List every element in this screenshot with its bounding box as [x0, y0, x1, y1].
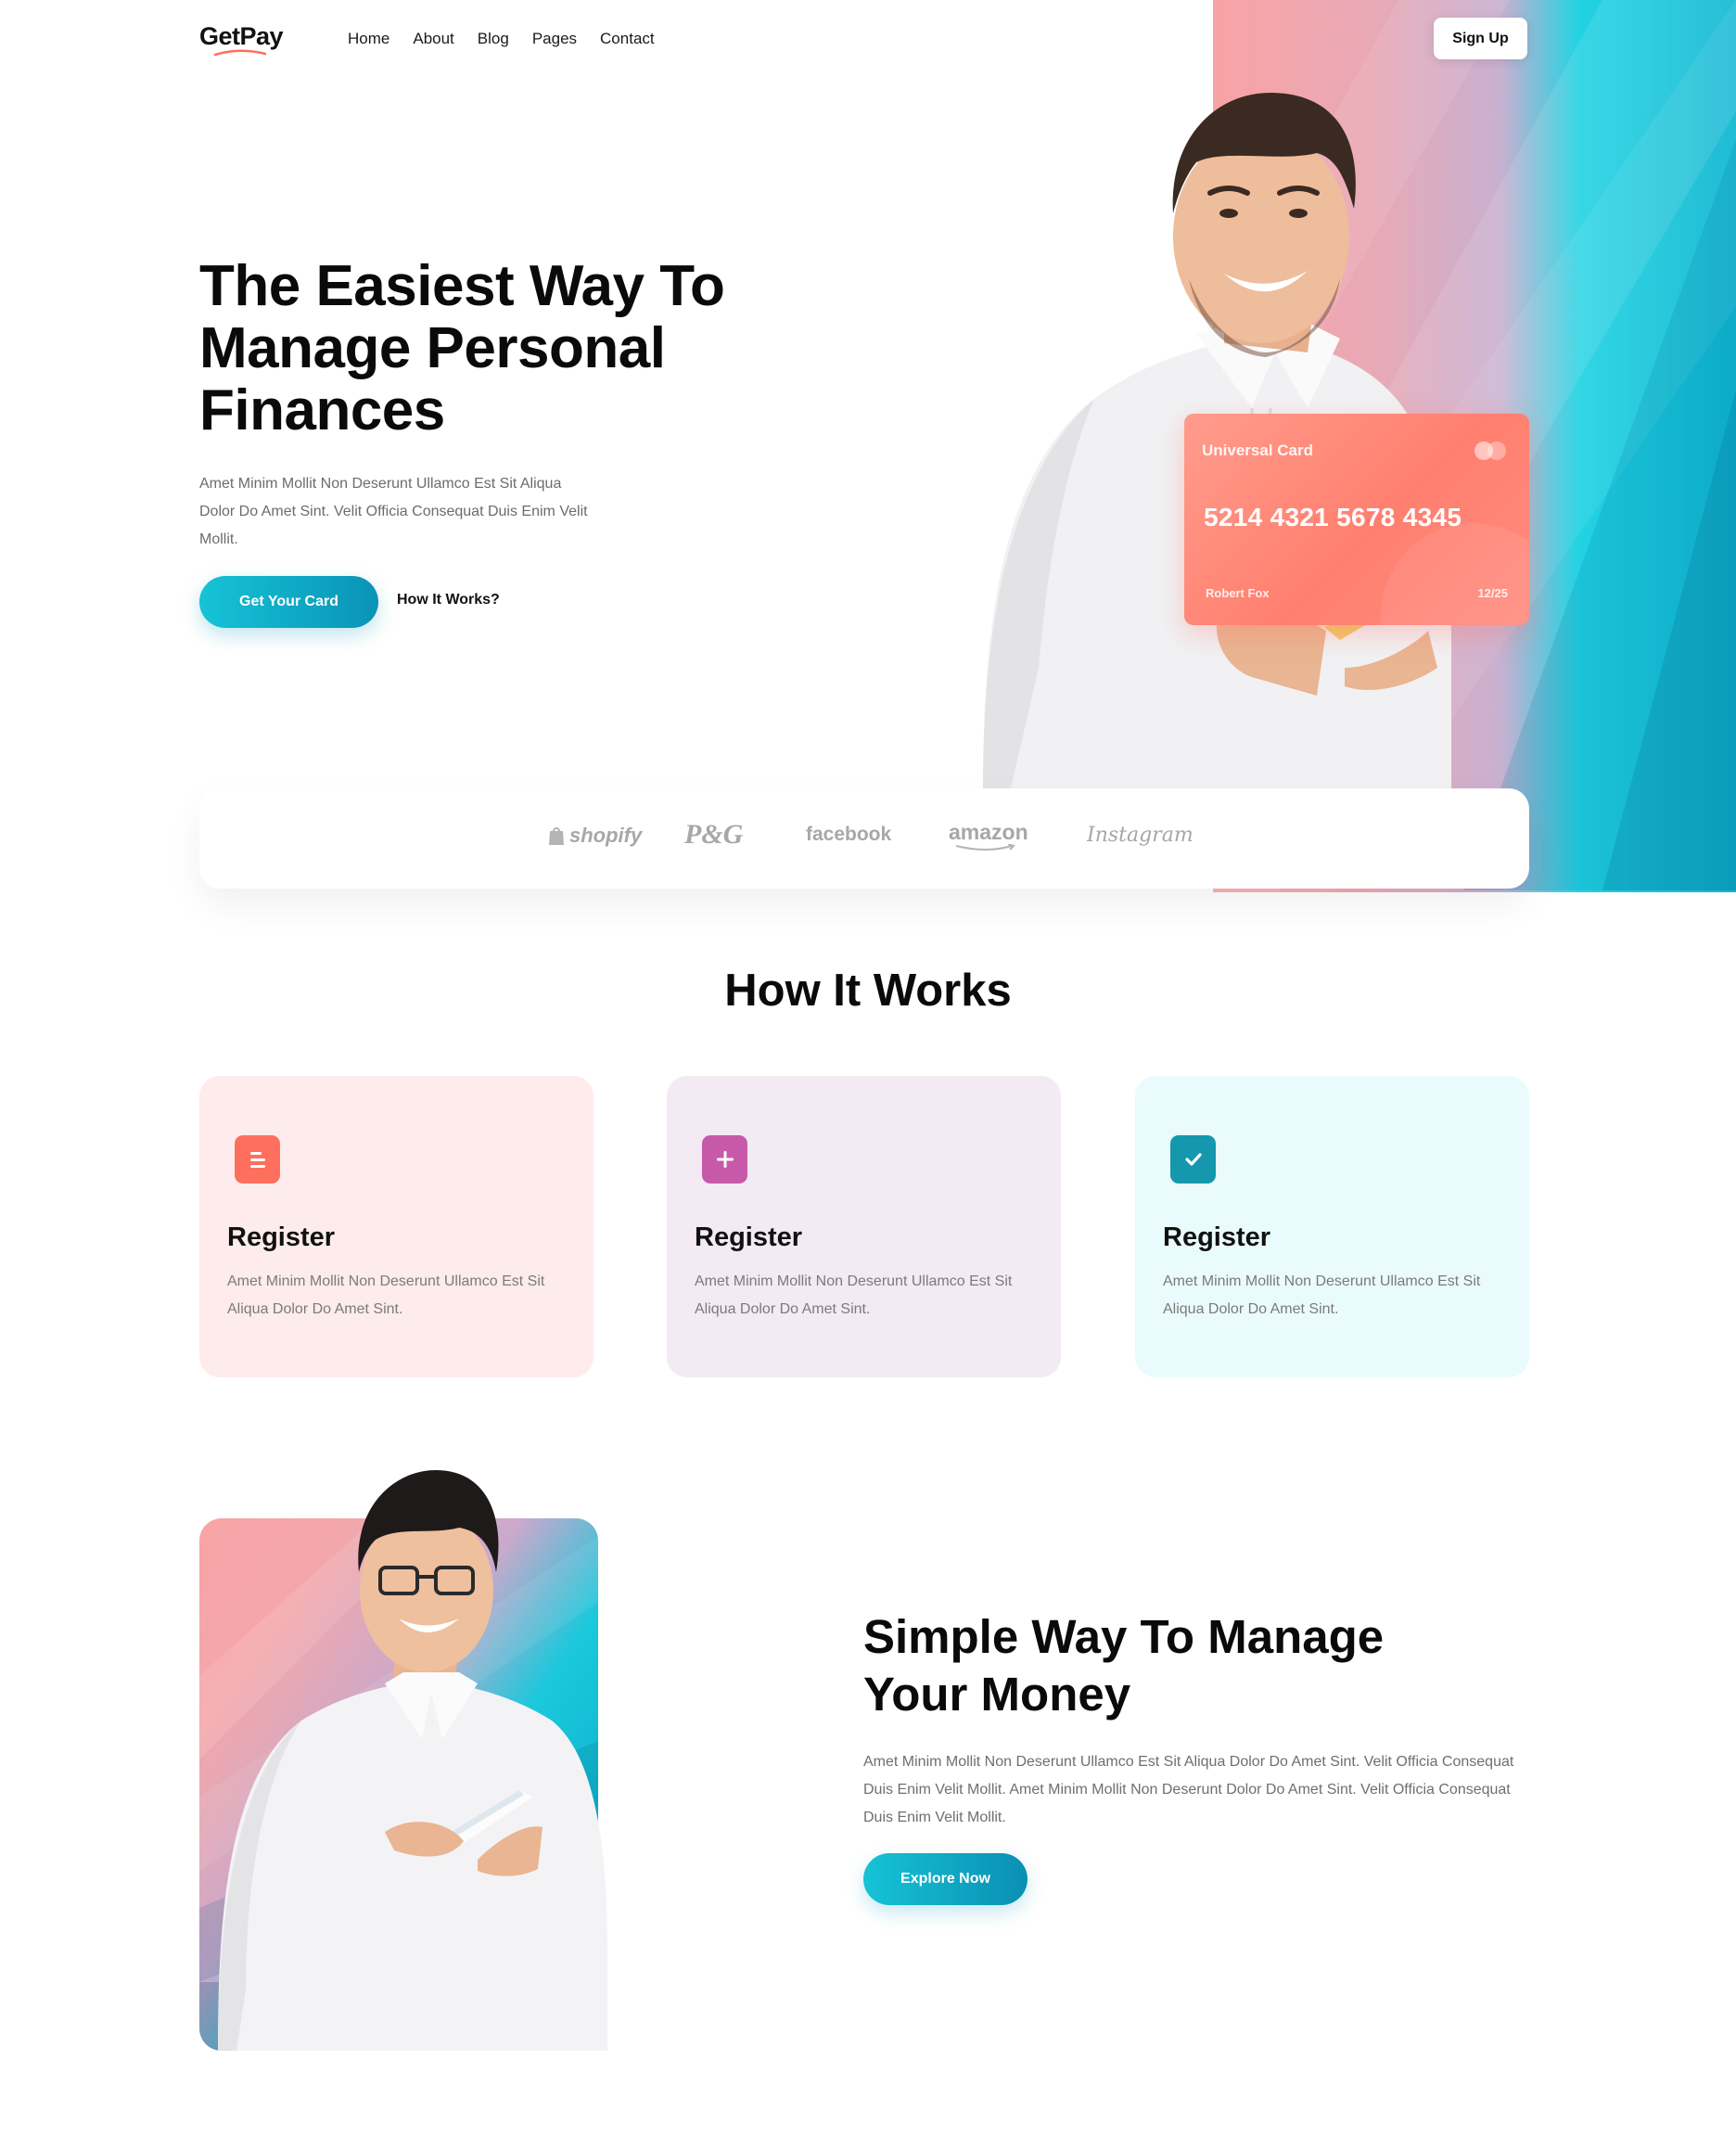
brand-shopify-label: shopify — [569, 824, 643, 847]
card-number: 5214 4321 5678 4345 — [1204, 503, 1462, 531]
step-card-register-2: Register Amet Minim Mollit Non Deserunt … — [667, 1076, 1061, 1377]
list-icon — [235, 1135, 280, 1184]
step-description: Amet Minim Mollit Non Deserunt Ullamco E… — [227, 1273, 545, 1317]
brand-facebook: facebook — [806, 824, 892, 845]
card-expiry: 12/25 — [1477, 586, 1508, 600]
partner-brands-bar: shopify P&G facebook amazon Instagram — [199, 788, 1529, 889]
signup-button[interactable]: Sign Up — [1434, 18, 1527, 59]
main-nav: Home About Blog Pages Contact — [348, 30, 678, 48]
nav-item-blog[interactable]: Blog — [478, 30, 509, 48]
shopify-bag-icon — [549, 827, 564, 845]
check-icon — [1170, 1135, 1216, 1184]
brand-amazon: amazon — [949, 820, 1028, 851]
nav-item-home[interactable]: Home — [348, 30, 389, 48]
step-card-register-1: Register Amet Minim Mollit Non Deserunt … — [199, 1076, 594, 1377]
credit-card: Universal Card 5214 4321 5678 4345 Rober… — [1184, 414, 1529, 625]
logo-swoosh-icon — [213, 49, 267, 57]
feature-description: Amet Minim Mollit Non Deserunt Ullamco E… — [863, 1754, 1514, 1825]
step-description: Amet Minim Mollit Non Deserunt Ullamco E… — [695, 1273, 1013, 1317]
step-card-register-3: Register Amet Minim Mollit Non Deserunt … — [1135, 1076, 1529, 1377]
feature-person-image — [218, 1470, 607, 2051]
how-it-works-title: How It Works — [724, 966, 1012, 1016]
hero-description: Amet Minim Mollit Non Deserunt Ullamco E… — [199, 476, 588, 547]
how-it-works-link[interactable]: How It Works? — [397, 592, 500, 608]
step-description: Amet Minim Mollit Non Deserunt Ullamco E… — [1163, 1273, 1481, 1317]
step-title: Register — [227, 1222, 336, 1252]
plus-icon — [702, 1135, 747, 1184]
nav-item-about[interactable]: About — [413, 30, 453, 48]
brand-shopify: shopify — [547, 824, 642, 848]
nav-item-pages[interactable]: Pages — [532, 30, 577, 48]
step-title: Register — [1163, 1222, 1271, 1252]
card-title: Universal Card — [1202, 441, 1313, 459]
amazon-smile-icon — [955, 844, 1015, 851]
get-card-button[interactable]: Get Your Card — [199, 576, 378, 628]
explore-now-button[interactable]: Explore Now — [863, 1853, 1028, 1905]
brand-amazon-label: amazon — [949, 820, 1028, 844]
feature-title: Simple Way To Manage Your Money — [863, 1610, 1385, 1721]
step-title: Register — [695, 1222, 803, 1252]
nav-item-contact[interactable]: Contact — [600, 30, 655, 48]
card-holder: Robert Fox — [1206, 586, 1270, 600]
logo[interactable]: GetPay — [199, 22, 284, 51]
hero-title: The Easiest Way To Manage Personal Finan… — [199, 254, 725, 442]
brand-pg: P&G — [684, 819, 744, 850]
card-brand-icon — [1474, 441, 1506, 460]
brand-instagram: Instagram — [1087, 824, 1194, 847]
